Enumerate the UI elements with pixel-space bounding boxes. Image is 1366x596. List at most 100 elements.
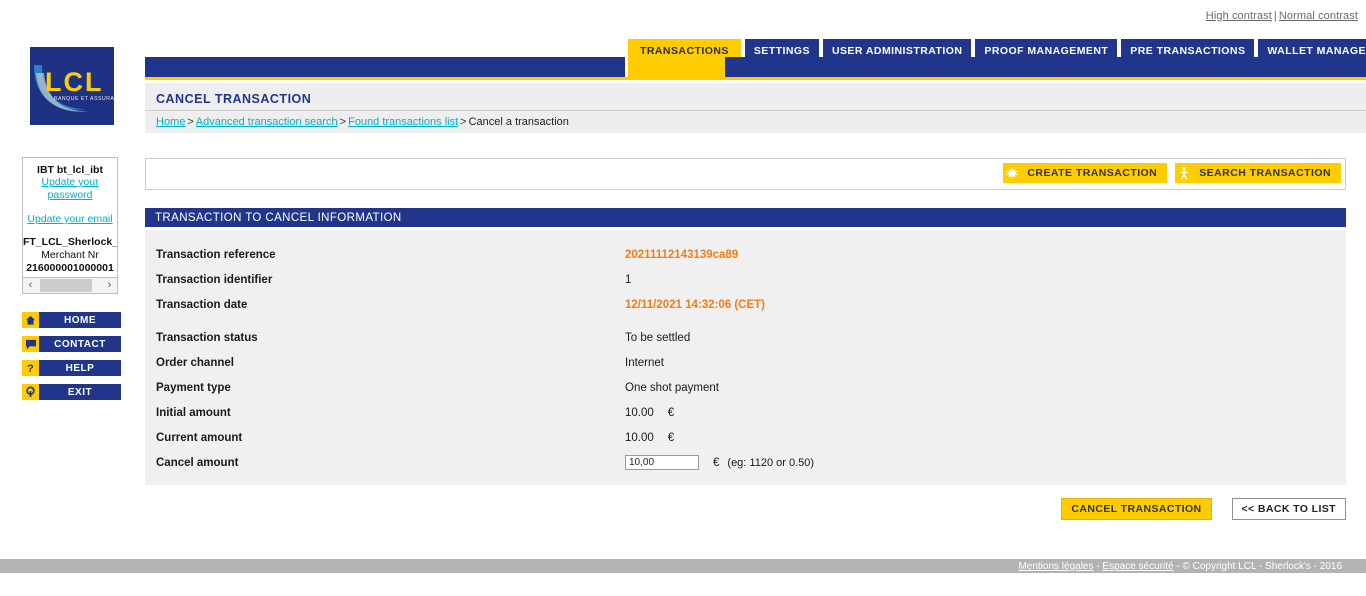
field-value-transaction-status: To be settled [625, 331, 691, 344]
question-mark-icon: ? [22, 360, 39, 376]
home-icon [22, 312, 39, 328]
create-transaction-button[interactable]: CREATE TRANSACTION [1003, 163, 1168, 183]
scroll-right-arrow-icon[interactable]: › [102, 278, 117, 293]
breadcrumb-separator: > [339, 116, 347, 128]
sidebar-item-home[interactable]: HOME [22, 312, 121, 328]
breadcrumb: Home > Advanced transaction search > Found t… [156, 116, 569, 128]
field-label: Current amount [156, 431, 243, 444]
euro-symbol: € [667, 406, 675, 419]
footer-dash: - [1176, 560, 1180, 572]
field-label: Transaction reference [156, 248, 276, 261]
sidebar-user-panel: IBT bt_lcl_ibt Update your password Upda… [22, 157, 118, 294]
field-row: Current amount 10.00 € [145, 425, 1346, 450]
sidebar-item-label: HELP [39, 360, 121, 376]
header-yellow-rule [145, 77, 1366, 80]
svg-text:BANQUE ET ASSURANCE: BANQUE ET ASSURANCE [54, 96, 114, 102]
field-label: Payment type [156, 381, 231, 394]
field-row: Transaction status To be settled [145, 325, 1346, 350]
field-label: Order channel [156, 356, 234, 369]
high-contrast-link[interactable]: High contrast [1206, 10, 1272, 22]
cancel-amount-hint: (eg: 1120 or 0.50) [727, 456, 815, 469]
breadcrumb-separator: > [460, 116, 467, 128]
breadcrumb-item-found-transactions-list[interactable]: Found transactions list [348, 116, 458, 128]
sidebar-item-label: CONTACT [39, 336, 121, 352]
field-row: Transaction identifier 1 [145, 267, 1346, 292]
svg-text:?: ? [27, 363, 34, 374]
field-value-order-channel: Internet [625, 356, 664, 369]
footer-text: Mentions légales - Espace sécurité - © C… [1018, 561, 1366, 572]
euro-symbol: € [667, 431, 675, 444]
field-row: Transaction reference 20211112143139ca89 [145, 242, 1346, 267]
page-footer: Mentions légales - Espace sécurité - © C… [0, 559, 1366, 573]
update-email-link[interactable]: Update your email [23, 213, 117, 226]
sidebar-horizontal-scrollbar[interactable]: ‹ › [22, 277, 118, 294]
normal-contrast-link[interactable]: Normal contrast [1279, 10, 1358, 22]
header-band-left [145, 57, 625, 77]
form-actions: CANCEL TRANSACTION << BACK TO LIST [1061, 498, 1346, 520]
search-transaction-button[interactable]: SEARCH TRANSACTION [1175, 163, 1341, 183]
scrollbar-track[interactable] [38, 279, 102, 292]
cancel-transaction-button[interactable]: CANCEL TRANSACTION [1061, 498, 1212, 520]
back-to-list-button[interactable]: << BACK TO LIST [1231, 498, 1346, 520]
field-label: Initial amount [156, 406, 231, 419]
svg-text:LCL: LCL [45, 67, 103, 97]
action-toolbar: CREATE TRANSACTION SEARCH TRANSACTION [145, 158, 1346, 190]
field-value-transaction-reference: 20211112143139ca89 [625, 248, 739, 261]
contrast-links: High contrast | Normal contrast [1206, 10, 1358, 22]
transaction-info-panel: Transaction reference 20211112143139ca89… [145, 230, 1346, 485]
contrast-separator: | [1273, 10, 1277, 22]
starburst-icon [1003, 163, 1022, 183]
walking-person-icon [1175, 163, 1194, 183]
sidebar-item-exit[interactable]: EXIT [22, 384, 121, 400]
sidebar-merchant-label: Merchant Nr [41, 249, 99, 261]
sidebar-item-label: EXIT [39, 384, 121, 400]
page-title: CANCEL TRANSACTION [156, 92, 312, 106]
scrollbar-thumb[interactable] [40, 279, 92, 292]
sidebar-user-name: IBT bt_lcl_ibt [37, 164, 103, 176]
header-band [145, 57, 1366, 82]
security-area-link[interactable]: Espace sécurité [1102, 561, 1173, 572]
header-band-right [725, 57, 1366, 77]
field-row: Initial amount 10.00 € [145, 400, 1346, 425]
title-area: CANCEL TRANSACTION Home > Advanced transac… [145, 83, 1366, 133]
search-transaction-label: SEARCH TRANSACTION [1193, 163, 1341, 183]
footer-dash: - [1096, 560, 1100, 572]
field-value-current-amount: 10.00 [625, 431, 654, 444]
field-label: Transaction date [156, 298, 248, 311]
field-row: Transaction date 12/11/2021 14:32:06 (CE… [145, 292, 1346, 317]
sidebar-merchant-number: 216000001000001 [26, 262, 114, 274]
field-value-transaction-identifier: 1 [625, 273, 632, 286]
scroll-left-arrow-icon[interactable]: ‹ [23, 278, 38, 293]
field-value-initial-amount: 10.00 [625, 406, 654, 419]
create-transaction-label: CREATE TRANSACTION [1021, 163, 1168, 183]
sidebar-menu: HOME CONTACT ? HELP EXIT [22, 312, 121, 408]
euro-symbol: € [713, 456, 720, 469]
cancel-amount-input[interactable] [625, 455, 699, 470]
breadcrumb-separator: > [187, 116, 194, 128]
breadcrumb-item-current: Cancel a transaction [468, 116, 569, 128]
legal-notice-link[interactable]: Mentions légales [1018, 561, 1093, 572]
sidebar-item-contact[interactable]: CONTACT [22, 336, 121, 352]
copyright-text: © Copyright LCL - Sherlock's - 2016 [1182, 560, 1342, 572]
power-icon [22, 384, 39, 400]
field-value-payment-type: One shot payment [625, 381, 719, 394]
field-label: Transaction status [156, 331, 258, 344]
title-divider [145, 110, 1366, 111]
breadcrumb-item-home[interactable]: Home [156, 116, 185, 128]
breadcrumb-item-advanced-transaction-search[interactable]: Advanced transaction search [196, 116, 338, 128]
active-tab-spill [628, 57, 725, 77]
toolbar-buttons: CREATE TRANSACTION SEARCH TRANSACTION [1003, 163, 1341, 183]
sidebar-item-help[interactable]: ? HELP [22, 360, 121, 376]
speech-bubble-icon [22, 336, 39, 352]
section-heading: TRANSACTION TO CANCEL INFORMATION [145, 208, 1346, 227]
lcl-logo-graphic: LCL BANQUE ET ASSURANCE [30, 47, 114, 125]
sidebar-item-label: HOME [39, 312, 121, 328]
field-row: Payment type One shot payment [145, 375, 1346, 400]
sidebar-contract-name: FT_LCL_Sherlock_S [23, 236, 118, 248]
lcl-logo[interactable]: LCL BANQUE ET ASSURANCE [30, 47, 114, 125]
field-label: Transaction identifier [156, 273, 273, 286]
field-row: Order channel Internet [145, 350, 1346, 375]
update-password-link[interactable]: Update your password [23, 176, 117, 202]
field-label: Cancel amount [156, 456, 239, 469]
field-value-transaction-date: 12/11/2021 14:32:06 (CET) [625, 298, 766, 311]
